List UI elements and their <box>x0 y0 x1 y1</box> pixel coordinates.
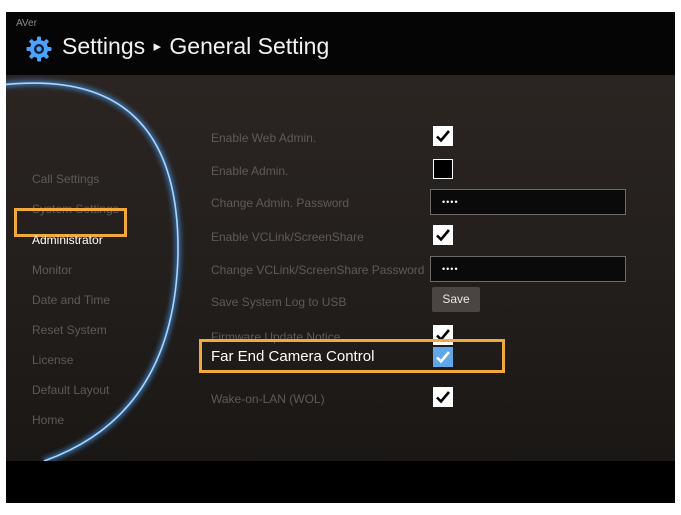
vclink-password-input[interactable]: •••• <box>430 256 626 282</box>
enable-admin-checkbox[interactable] <box>433 159 453 179</box>
footer-bar <box>6 461 675 503</box>
save-log-label: Save System Log to USB <box>211 295 347 309</box>
sidebar-item-reset-system[interactable]: Reset System <box>32 323 107 337</box>
sidebar-item-license[interactable]: License <box>32 353 73 367</box>
page-title: Settings ▸ General Setting <box>62 33 329 60</box>
save-log-button[interactable]: Save <box>432 287 480 312</box>
breadcrumb-separator: ▸ <box>153 38 162 55</box>
enable-web-admin-checkbox[interactable] <box>433 126 453 146</box>
enable-vclink-checkbox[interactable] <box>433 225 453 245</box>
header: AVer Settings ▸ General Setting <box>6 12 675 75</box>
change-vclink-password-label: Change VCLink/ScreenShare Password <box>211 263 425 277</box>
sidebar-item-home[interactable]: Home <box>32 413 64 427</box>
checkmark-icon <box>436 391 450 404</box>
wake-on-lan-checkbox[interactable] <box>433 387 453 407</box>
brand-logo: AVer <box>16 18 37 29</box>
sidebar-item-default-layout[interactable]: Default Layout <box>32 383 109 397</box>
change-admin-password-label: Change Admin. Password <box>211 196 350 210</box>
enable-web-admin-label: Enable Web Admin. <box>211 131 317 145</box>
sidebar-item-call-settings[interactable]: Call Settings <box>32 172 99 186</box>
gear-icon <box>26 36 52 62</box>
admin-password-input[interactable]: •••• <box>430 189 626 215</box>
checkmark-icon <box>436 130 450 143</box>
sidebar-item-date-and-time[interactable]: Date and Time <box>32 293 110 307</box>
sidebar-item-monitor[interactable]: Monitor <box>32 263 72 277</box>
checkmark-icon <box>436 351 450 364</box>
wake-on-lan-label: Wake-on-LAN (WOL) <box>211 392 325 406</box>
title-general-setting: General Setting <box>169 33 330 59</box>
screen: AVer Settings ▸ General Setting Call Set… <box>6 12 675 503</box>
enable-admin-label: Enable Admin. <box>211 164 289 178</box>
far-end-camera-label: Far End Camera Control <box>211 348 375 365</box>
main-panel: Call Settings System Settings Administra… <box>6 75 675 461</box>
enable-vclink-label: Enable VCLink/ScreenShare <box>211 230 364 244</box>
sidebar-item-administrator[interactable]: Administrator <box>32 233 103 247</box>
far-end-camera-checkbox[interactable] <box>433 347 453 367</box>
title-settings: Settings <box>62 33 146 59</box>
checkmark-icon <box>436 229 450 242</box>
